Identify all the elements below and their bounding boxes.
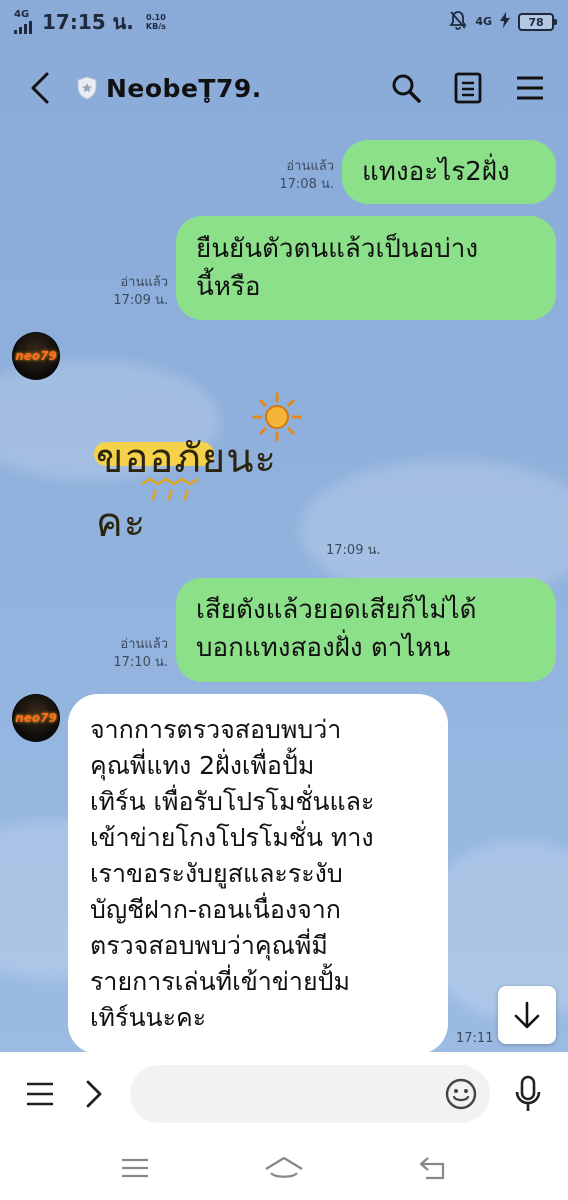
- recent-apps-button[interactable]: [110, 1148, 160, 1188]
- message-meta: อ่านแล้ว 17:08 น.: [279, 159, 334, 192]
- clock: 17:15 น.: [42, 10, 134, 34]
- sticker[interactable]: ขออภัยนะคะ: [92, 392, 322, 546]
- outgoing-message[interactable]: ยืนยันตัวตนแล้วเป็นอบ่าง นี้หรือ: [176, 216, 556, 320]
- voice-button[interactable]: [506, 1072, 550, 1116]
- home-button[interactable]: [259, 1148, 309, 1188]
- emoji-button[interactable]: [444, 1077, 478, 1111]
- home-icon: [265, 1156, 303, 1178]
- emoji-icon: [445, 1078, 477, 1110]
- system-nav-bar: [0, 1136, 568, 1200]
- avatar[interactable]: neo79: [12, 694, 60, 742]
- message-text: เสียตังแล้วยอดเสียก็ไม่ได้ บอกแทงสองฝั่ง…: [196, 595, 477, 663]
- notes-icon: [454, 72, 482, 104]
- network-type-right: 4G: [475, 15, 492, 28]
- mute-bell-icon: [449, 10, 467, 34]
- network-type: 4G: [14, 9, 30, 20]
- menu-button[interactable]: [512, 70, 548, 106]
- sun-icon: [252, 392, 302, 442]
- message-input[interactable]: [130, 1065, 490, 1123]
- message-time: 17:09 น.: [326, 543, 381, 558]
- battery-icon: 78: [518, 13, 557, 31]
- message-text: จากการตรวจสอบพบว่า คุณพี่แทง 2ฝั่งเพื่อป…: [90, 715, 375, 1032]
- back-icon: [31, 72, 49, 104]
- menu-icon: [517, 76, 543, 100]
- hamburger-icon: [27, 1082, 53, 1106]
- chat-title: NeobeT̥79.: [106, 73, 262, 103]
- search-button[interactable]: [388, 70, 424, 106]
- notes-button[interactable]: [450, 70, 486, 106]
- status-bar: 4G 17:15 น. 0.10 KB/s 4G 78: [0, 0, 568, 44]
- sparkle-lines-icon: [141, 477, 199, 501]
- chat-header: NeobeT̥79.: [0, 56, 568, 120]
- scroll-down-button[interactable]: [498, 986, 556, 1044]
- shield-icon: [76, 76, 98, 100]
- message-meta: อ่านแล้ว 17:09 น.: [113, 275, 168, 308]
- net-speed: 0.10 KB/s: [145, 13, 166, 31]
- outgoing-message[interactable]: เสียตังแล้วยอดเสียก็ไม่ได้ บอกแทงสองฝั่ง…: [176, 578, 556, 682]
- charging-icon: [500, 12, 510, 32]
- back-nav-button[interactable]: [408, 1148, 458, 1188]
- expand-button[interactable]: [72, 1072, 116, 1116]
- recents-icon: [121, 1158, 148, 1178]
- menu-toggle-button[interactable]: [18, 1072, 62, 1116]
- microphone-icon: [515, 1075, 541, 1111]
- incoming-message[interactable]: จากการตรวจสอบพบว่า คุณพี่แทง 2ฝั่งเพื่อป…: [68, 694, 448, 1054]
- search-icon: [392, 74, 421, 103]
- arrow-down-icon: [514, 1001, 540, 1029]
- outgoing-message[interactable]: แทงอะไร2ฝั่ง: [342, 140, 556, 204]
- input-bar: [0, 1052, 568, 1136]
- message-text: ยืนยันตัวตนแล้วเป็นอบ่าง นี้หรือ: [196, 234, 479, 302]
- avatar[interactable]: neo79: [12, 332, 60, 380]
- message-text: แทงอะไร2ฝั่ง: [362, 157, 510, 187]
- chevron-right-icon: [86, 1080, 102, 1108]
- back-nav-icon: [420, 1157, 445, 1180]
- message-meta: อ่านแล้ว 17:10 น.: [113, 637, 168, 670]
- back-button[interactable]: [20, 68, 60, 108]
- signal-icon: [14, 20, 32, 34]
